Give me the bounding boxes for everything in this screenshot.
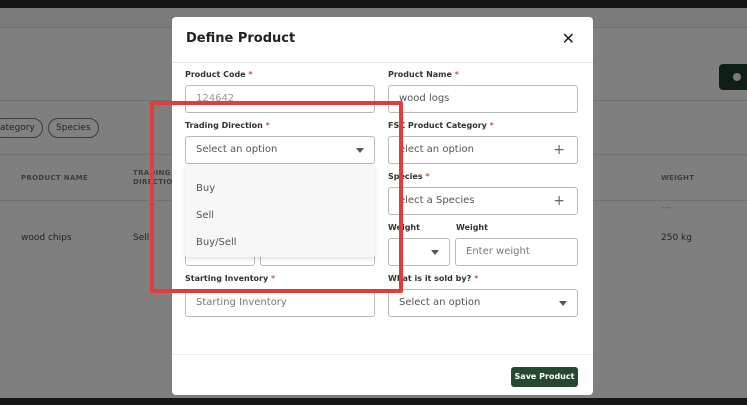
- product-name-label: Product Name *: [388, 70, 459, 79]
- modal-header-divider: [172, 62, 593, 63]
- chevron-down-icon: [431, 250, 439, 255]
- annotation-highlight-box: [150, 101, 403, 293]
- modal-title: Define Product: [186, 31, 296, 46]
- weight-input[interactable]: Enter weight: [455, 238, 578, 266]
- sold-by-select[interactable]: Select an option: [388, 289, 578, 317]
- fsc-category-label: FSC Product Category *: [388, 121, 494, 130]
- product-code-label: Product Code *: [185, 70, 253, 79]
- modal-footer-divider: [172, 354, 593, 355]
- fsc-category-select[interactable]: elect an option +: [388, 136, 578, 164]
- chevron-down-icon: [559, 301, 567, 306]
- starting-inventory-input[interactable]: Starting Inventory: [185, 289, 375, 317]
- save-product-button[interactable]: Save Product: [511, 367, 578, 387]
- species-select[interactable]: elect a Species +: [388, 187, 578, 215]
- product-name-input[interactable]: wood logs: [388, 85, 578, 113]
- weight-label: Weight: [456, 223, 488, 232]
- plus-icon: +: [553, 193, 565, 209]
- close-icon[interactable]: ✕: [562, 29, 575, 48]
- plus-icon: +: [553, 142, 565, 158]
